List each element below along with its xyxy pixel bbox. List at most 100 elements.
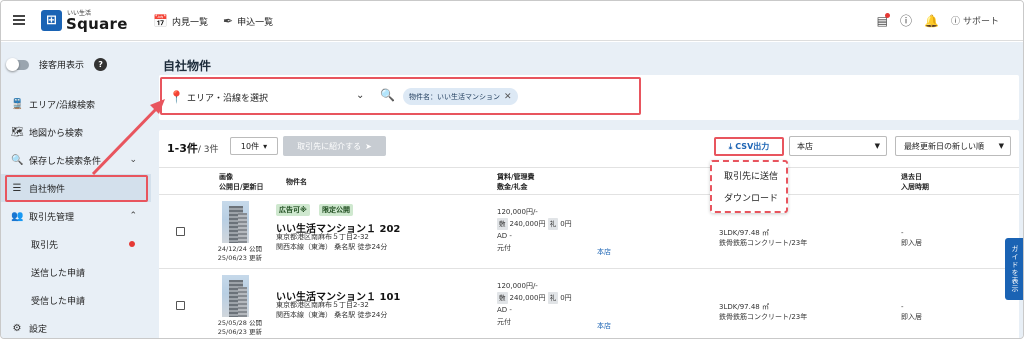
key-money-label: 礼 [547, 292, 559, 304]
sidebar-item-label: 送信した申請 [31, 268, 86, 279]
info-icon[interactable]: ⓘ [900, 12, 912, 29]
store-link[interactable]: 本店 [597, 247, 611, 257]
bell-icon[interactable]: 🔔 [924, 14, 939, 28]
app-window: ⊞ いい生活 Square 📅 内見一覧 ✒ 申込一覧 ▤ ⓘ 🔔 ⓘ サポート… [0, 0, 1024, 339]
published-date: 25/05/28 公開 [217, 319, 262, 327]
store-link[interactable]: 本店 [597, 321, 611, 331]
table-row[interactable]: 24/12/24 公開 25/06/23 更新 広告可※ 限定公開 いい生活マン… [159, 196, 1019, 269]
customer-view-label: 接客用表示 [39, 61, 85, 71]
people-icon: 👥 [11, 210, 24, 222]
store-select[interactable]: 本店 ▼ [789, 136, 887, 156]
caret-down-icon: ▾ [263, 141, 268, 151]
col-rent-sub: 敷金/礼金 [497, 183, 528, 191]
guide-tab[interactable]: ガイドを表示 [1005, 238, 1023, 300]
property-address: 東京都港区南麻布５丁目2-32 関西本線（東海） 桑名駅 徒歩24分 [276, 233, 387, 252]
menu-item-download[interactable]: ダウンロード [724, 191, 778, 204]
chevron-down-icon[interactable]: ⌄ [356, 90, 364, 101]
sidebar-item-label: 保存した検索条件 [29, 156, 102, 167]
property-thumbnail[interactable] [222, 275, 249, 317]
updated-date: 25/06/23 更新 [217, 254, 262, 262]
menu-icon[interactable] [13, 15, 25, 25]
col-image: 画像 公開日/更新日 [219, 172, 264, 192]
structure-value: 鉄骨鉄筋コンクリート/23年 [719, 313, 808, 321]
deposit-line: 敷 240,000円 礼 0円 [497, 218, 572, 230]
property-thumbnail[interactable] [222, 201, 249, 243]
vacate-value: - [901, 229, 904, 237]
sidebar-item-partner-list[interactable]: 取引先 [1, 230, 151, 258]
header-actions: ▤ ⓘ 🔔 ⓘ サポート [877, 12, 999, 29]
deposit-value: 240,000円 [509, 220, 546, 228]
vacate-value: - [901, 303, 904, 311]
customer-view-row: 接客用表示 ? [6, 57, 108, 71]
logo-text: Square [66, 15, 128, 33]
support-label: サポート [962, 17, 999, 27]
area-select[interactable]: エリア・沿線を選択 [187, 91, 268, 104]
highlight-own-properties [5, 175, 148, 202]
sidebar-item-label: 受信した申請 [31, 296, 86, 307]
sort-select[interactable]: 最終更新日の新しい順 ▼ [895, 136, 1011, 156]
row-dates: 24/12/24 公開 25/06/23 更新 [209, 245, 262, 263]
payment-type: 元付 [497, 244, 511, 252]
sidebar-item-label: 取引先 [31, 240, 59, 251]
tag-ad-allowed: 広告可※ [276, 204, 310, 216]
price-cell: 120,000円/- 敷 240,000円 礼 0円 AD - 元付 [497, 280, 572, 328]
sidebar-item-area-search[interactable]: 🚆 エリア/沿線検索 [1, 90, 151, 118]
csv-export-button[interactable]: ⤓ CSV出力 [714, 137, 784, 156]
layout-cell: 3LDK/97.48 ㎡ 鉄骨鉄筋コンクリート/23年 [719, 302, 807, 322]
filter-chip[interactable]: 物件名：いい生活マンション ✕ [403, 88, 518, 105]
key-money-value: 0円 [560, 294, 572, 302]
deposit-label: 敷 [497, 218, 508, 230]
pen-icon: ✒ [223, 14, 234, 28]
updated-date: 25/06/23 更新 [217, 328, 262, 336]
customer-view-toggle[interactable] [6, 57, 29, 71]
search-icon[interactable]: 🔍 [380, 88, 395, 102]
price-cell: 120,000円/- 敷 240,000円 礼 0円 AD - 元付 [497, 206, 572, 254]
main-content: 自社物件 📍 エリア・沿線を選択 ⌄ 🔍 物件名：いい生活マンション ✕ 1-3… [151, 42, 1023, 338]
result-count-total: / 3件 [197, 145, 219, 155]
help-icon[interactable]: ? [94, 58, 108, 71]
move-in-value: 即入居 [901, 239, 922, 247]
close-icon[interactable]: ✕ [504, 92, 512, 102]
support-link[interactable]: ⓘ サポート [951, 14, 999, 27]
layout-value: 3LDK/97.48 ㎡ [719, 303, 769, 311]
vacancy-cell: - 即入居 [901, 228, 922, 248]
rent-value: 120,000円/- [497, 282, 538, 290]
per-page-select[interactable]: 10件 ▾ [230, 137, 278, 155]
address-line: 東京都港区南麻布５丁目2-32 [276, 233, 369, 241]
sidebar-item-partners[interactable]: 👥 取引先管理 ⌃ [1, 202, 151, 230]
deposit-value: 240,000円 [509, 294, 546, 302]
ad-value: AD - [497, 306, 512, 314]
sidebar-item-received-requests[interactable]: 受信した申請 [1, 286, 151, 314]
caret-down-icon: ▼ [998, 142, 1004, 150]
nav-apply[interactable]: ✒ 申込一覧 [223, 14, 273, 28]
per-page-label: 10件 [240, 141, 260, 151]
store-select-value: 本店 [797, 141, 813, 151]
row-checkbox[interactable] [176, 301, 185, 310]
help-circle-icon: ⓘ [950, 17, 960, 27]
sidebar-item-settings[interactable]: ⚙ 設定 [1, 314, 151, 338]
location-pin-icon: 📍 [169, 90, 184, 104]
col-image-sub: 公開日/更新日 [219, 183, 264, 191]
sidebar-item-label: 取引先管理 [29, 212, 75, 223]
sidebar-item-sent-requests[interactable]: 送信した申請 [1, 258, 151, 286]
sidebar-item-map-search[interactable]: 🗺 地図から検索 [1, 118, 151, 146]
sort-select-value: 最終更新日の新しい順 [904, 141, 984, 151]
message-icon[interactable]: ▤ [877, 12, 891, 28]
col-name: 物件名 [286, 178, 307, 186]
nav-viewing[interactable]: 📅 内見一覧 [153, 14, 208, 28]
deposit-label: 敷 [497, 292, 508, 304]
col-rent-label: 賃料/管理費 [497, 173, 535, 181]
table-row[interactable]: 25/05/28 公開 25/06/23 更新 いい生活マンション１ 101 東… [159, 270, 1019, 338]
introduce-button[interactable]: 取引先に紹介する ➤ [283, 136, 386, 156]
structure-value: 鉄骨鉄筋コンクリート/23年 [719, 239, 808, 247]
sidebar-item-saved-search[interactable]: 🔍 保存した検索条件 ⌄ [1, 146, 151, 174]
top-header: ⊞ いい生活 Square 📅 内見一覧 ✒ 申込一覧 ▤ ⓘ 🔔 ⓘ サポート [1, 1, 1023, 41]
sidebar-item-label: エリア/沿線検索 [29, 100, 96, 111]
vacancy-cell: - 即入居 [901, 302, 922, 322]
chevron-down-icon: ⌄ [129, 155, 137, 165]
row-checkbox[interactable] [176, 227, 185, 236]
layout-value: 3LDK/97.48 ㎡ [719, 229, 769, 237]
menu-item-send-partner[interactable]: 取引先に送信 [724, 169, 778, 182]
deposit-line: 敷 240,000円 礼 0円 [497, 292, 572, 304]
map-icon: 🗺 [11, 126, 24, 138]
